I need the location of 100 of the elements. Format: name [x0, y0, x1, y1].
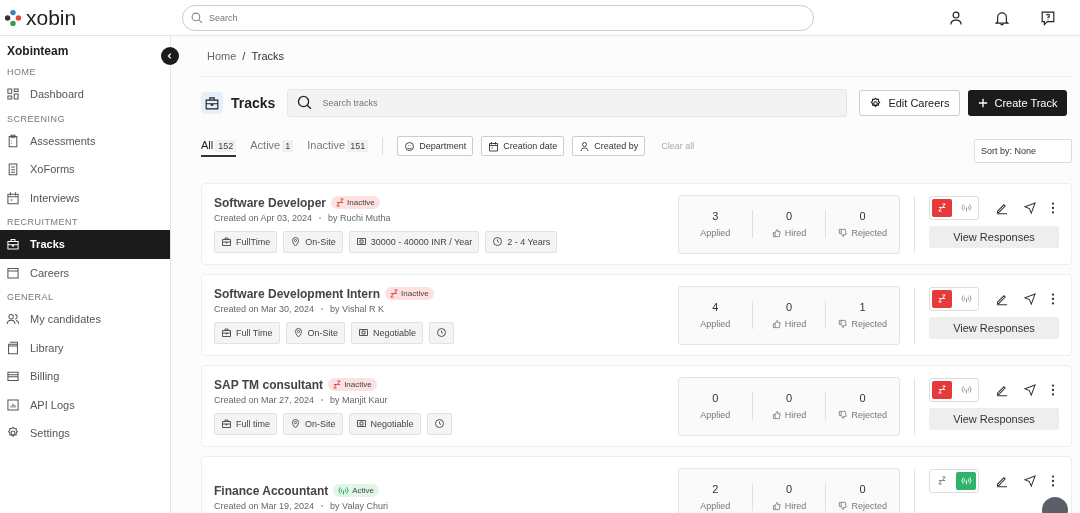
thumbs-up-icon — [771, 228, 782, 238]
edit-careers-button[interactable]: Edit Careers — [859, 90, 960, 116]
send-icon[interactable] — [1023, 291, 1037, 306]
location-pin-icon — [290, 236, 302, 247]
thumbs-down-icon — [838, 410, 849, 420]
broadcast-icon — [956, 471, 976, 490]
more-icon[interactable] — [1051, 291, 1055, 306]
send-icon[interactable] — [1023, 382, 1037, 397]
stat-value: 0 — [785, 210, 793, 222]
breadcrumb-link[interactable]: Home — [207, 50, 237, 62]
job-tag: Full time — [214, 412, 277, 435]
search-field[interactable]: Search — [182, 4, 814, 31]
status-toggle[interactable] — [929, 195, 979, 220]
briefcase-icon — [221, 418, 232, 429]
created-date: Created on Mar 30, 2024 — [214, 303, 315, 314]
stat-value: 4 — [712, 301, 719, 313]
department-icon — [404, 140, 416, 152]
sidebar-item[interactable]: Billing — [0, 362, 170, 391]
calendar-icon — [488, 140, 500, 152]
filter-tab[interactable]: Active 1 — [250, 135, 294, 157]
sidebar-item[interactable]: Library — [0, 333, 170, 362]
sidebar-item[interactable]: Settings — [0, 419, 170, 448]
sidebar-item[interactable]: Tracks — [0, 230, 170, 259]
people-icon — [6, 312, 20, 327]
banknote-icon — [358, 327, 370, 338]
job-tag: 30000 - 40000 INR / Year — [348, 230, 480, 253]
banknote-icon — [355, 418, 367, 429]
clock-icon — [492, 236, 504, 247]
send-icon[interactable] — [1023, 200, 1037, 215]
sidebar-item[interactable]: Interviews — [0, 183, 170, 212]
section-heading: SCREENING — [6, 112, 66, 126]
broadcast-icon — [338, 486, 350, 495]
track-title[interactable]: SAP TM consultant — [214, 377, 324, 392]
search-field[interactable]: Search tracks — [287, 89, 848, 117]
thumbs-down-icon — [838, 228, 849, 238]
stat-value: 1 — [859, 301, 866, 313]
stat-label: Rejected — [838, 228, 887, 238]
thumbs-down-icon — [838, 501, 849, 511]
sidebar-item[interactable]: XoForms — [0, 155, 170, 184]
collapse-button[interactable] — [161, 47, 179, 65]
help-icon[interactable] — [1040, 9, 1056, 26]
status-toggle[interactable] — [929, 286, 979, 311]
briefcase-icon — [221, 236, 232, 247]
created-date: Created on Mar 19, 2024 — [214, 500, 315, 511]
clock-icon — [433, 418, 445, 429]
stat-label: Hired — [771, 410, 807, 420]
sidebar-item[interactable]: My candidates — [0, 305, 170, 334]
stat-label: Applied — [700, 501, 731, 511]
status-badge: Inactive — [328, 378, 377, 391]
view-responses-button[interactable]: View Responses — [929, 316, 1059, 339]
clipboard-icon — [6, 133, 20, 148]
sleep-icon — [336, 198, 345, 207]
team-name: Xobinteam — [6, 44, 70, 60]
stat-value: 0 — [785, 301, 793, 313]
grid-icon — [6, 87, 20, 102]
created-date: Created on Mar 27, 2024 — [214, 394, 315, 405]
stat-value: 0 — [712, 392, 719, 404]
stat-label: Hired — [771, 319, 807, 329]
breadcrumb-link[interactable]: Tracks — [251, 50, 284, 62]
track-title[interactable]: Software Developer — [214, 195, 327, 210]
section-heading: GENERAL — [6, 291, 55, 304]
stat-label: Rejected — [838, 410, 887, 420]
sidebar-item[interactable]: Dashboard — [0, 80, 170, 109]
stat-label: Applied — [700, 410, 731, 420]
filter-button[interactable]: Department — [397, 136, 474, 156]
sidebar-item[interactable]: API Logs — [0, 390, 170, 419]
send-icon[interactable] — [1023, 473, 1037, 488]
search-icon — [191, 11, 203, 24]
user-icon[interactable] — [948, 9, 964, 26]
thumbs-up-icon — [771, 410, 782, 420]
more-icon[interactable] — [1051, 382, 1055, 397]
view-responses-button[interactable]: View Responses — [929, 407, 1059, 430]
track-title[interactable]: Software Development Intern — [214, 286, 381, 301]
filter-tab[interactable]: Inactive 151 — [307, 135, 369, 157]
briefcase-icon — [6, 237, 20, 252]
create-track-button[interactable]: Create Track — [967, 90, 1068, 116]
sort-dropdown[interactable]: Sort by: None — [974, 139, 1072, 163]
filter-tab[interactable]: All 152 — [201, 135, 237, 157]
stat-value: 0 — [859, 392, 866, 404]
sidebar-item[interactable]: Assessments — [0, 126, 170, 155]
status-toggle[interactable] — [929, 468, 979, 493]
stat-label: Applied — [700, 228, 731, 238]
filter-button[interactable]: Created by — [572, 136, 646, 156]
track-title[interactable]: Finance Accountant — [214, 483, 329, 498]
view-responses-button[interactable]: View Responses — [929, 225, 1059, 248]
creator-name: by Valay Churi — [330, 500, 388, 511]
library-icon — [6, 340, 20, 355]
job-tag: On-Site — [283, 230, 343, 253]
more-icon[interactable] — [1051, 473, 1055, 488]
sleep-icon — [932, 289, 952, 308]
filter-button[interactable]: Creation date — [481, 136, 565, 156]
status-badge: Inactive — [385, 287, 434, 300]
job-tag: Negotiable — [351, 321, 424, 344]
page-title: Tracks — [231, 95, 276, 111]
bell-icon[interactable] — [994, 9, 1010, 26]
sidebar-item[interactable]: Careers — [0, 258, 170, 287]
search-icon — [297, 95, 314, 111]
creator-name: by Manjit Kaur — [330, 394, 388, 405]
more-icon[interactable] — [1051, 200, 1055, 215]
status-toggle[interactable] — [929, 377, 979, 402]
